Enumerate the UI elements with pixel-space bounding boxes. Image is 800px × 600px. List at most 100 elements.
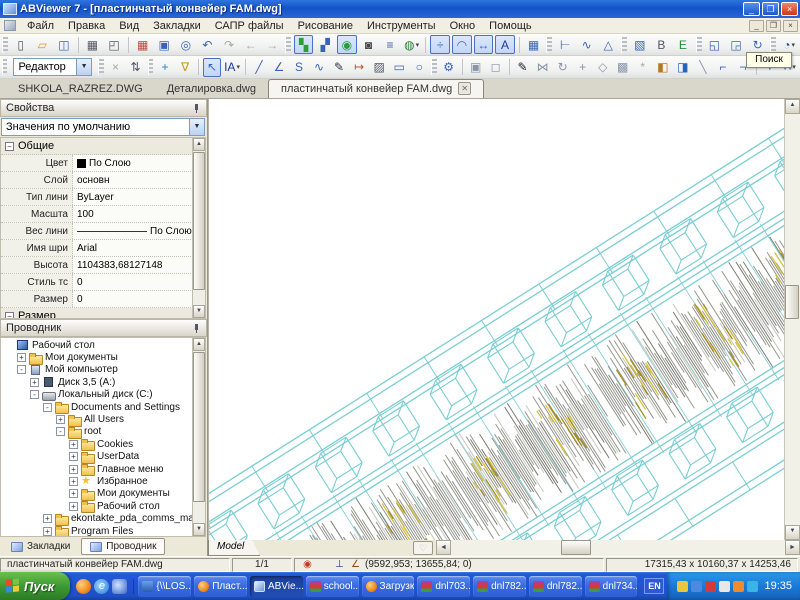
update-globe-icon[interactable] xyxy=(747,581,758,592)
view-pan-button[interactable]: ▞ xyxy=(315,35,335,54)
menu-правка[interactable]: Правка xyxy=(61,19,112,33)
expand-icon[interactable]: + xyxy=(69,465,78,474)
collapse-icon[interactable]: − xyxy=(5,312,14,320)
group-button[interactable]: ▣ xyxy=(467,58,485,77)
taskbar-task[interactable]: dnl782... xyxy=(529,576,582,597)
expand-icon[interactable]: + xyxy=(69,502,78,511)
scroll-down-icon[interactable]: ▼ xyxy=(193,305,205,318)
menu-вид[interactable]: Вид xyxy=(112,19,146,33)
rectangle-tool-button[interactable]: ▭ xyxy=(390,58,408,77)
taskbar-task[interactable]: school.... xyxy=(306,576,359,597)
measure-area-button[interactable]: △ xyxy=(598,35,618,54)
minimize-button[interactable]: _ xyxy=(743,2,760,16)
property-row[interactable]: Вес линиПо Слою xyxy=(1,223,205,240)
properties-preset-combo[interactable]: Значения по умолчанию ▼ xyxy=(1,118,205,136)
taskbar-task[interactable]: dnl782... xyxy=(473,576,526,597)
delete-button[interactable]: × xyxy=(107,58,125,77)
tree-item[interactable]: +Мои документы xyxy=(1,351,205,363)
doc-tab-inactive[interactable]: SHKOLA_RAZREZ.DWG xyxy=(6,81,155,98)
firefox-icon[interactable] xyxy=(76,579,91,594)
pin-icon[interactable] xyxy=(192,104,201,113)
print-button[interactable]: ▦ xyxy=(83,35,103,54)
dropdown-icon[interactable]: ▾ xyxy=(236,63,240,71)
tree-item[interactable]: +ekontakte_pda_comms_mac xyxy=(1,512,205,524)
measure-path-button[interactable]: ∿ xyxy=(577,35,597,54)
spline-tool-button[interactable]: S xyxy=(290,58,308,77)
dimension-tool-button[interactable]: ↦ xyxy=(350,58,368,77)
ungroup-button[interactable]: ◻ xyxy=(487,58,505,77)
expand-icon[interactable]: + xyxy=(17,353,26,362)
explode-button[interactable]: * xyxy=(634,58,652,77)
menu-закладки[interactable]: Закладки xyxy=(146,19,208,33)
restore-button[interactable]: ❐ xyxy=(762,2,779,16)
view-quality-button[interactable]: ▚ xyxy=(294,35,314,54)
property-value[interactable]: 1104383,68127148 xyxy=(73,260,205,271)
pin-icon[interactable] xyxy=(192,324,201,333)
dimension-mode-button[interactable]: ↔ xyxy=(474,35,494,54)
expand-icon[interactable]: + xyxy=(69,489,78,498)
tree-item[interactable]: +Рабочий стол xyxy=(1,500,205,512)
network-icon[interactable] xyxy=(691,581,702,592)
scroll-thumb[interactable] xyxy=(193,352,205,502)
property-value[interactable]: 0 xyxy=(73,294,205,305)
back-button[interactable]: ← xyxy=(241,35,261,54)
dropdown-icon[interactable]: ▾ xyxy=(791,41,795,49)
taskbar-task[interactable]: Загрузки xyxy=(362,576,415,597)
eyedropper-button[interactable]: ╲ xyxy=(694,58,712,77)
doc-tab-inactive[interactable]: Деталировка.dwg xyxy=(155,81,268,98)
property-row[interactable]: Тип линиByLayer xyxy=(1,189,205,206)
move-button[interactable]: + xyxy=(574,58,592,77)
child-minimize-button[interactable]: _ xyxy=(749,20,764,32)
view-extents-button[interactable]: ◙ xyxy=(359,35,379,54)
tab-close-icon[interactable]: ✕ xyxy=(458,82,471,95)
layers-button[interactable]: ≡ xyxy=(380,35,400,54)
save-button[interactable]: ◫ xyxy=(54,35,74,54)
line-tool-button[interactable]: ╱ xyxy=(250,58,268,77)
split-view-button[interactable]: ⇅ xyxy=(127,58,145,77)
text-mode-button[interactable]: A xyxy=(495,35,515,54)
dropdown-icon[interactable]: ▾ xyxy=(416,41,420,49)
collapse-icon[interactable]: - xyxy=(17,365,26,374)
browser-icon[interactable] xyxy=(733,581,744,592)
media-player-icon[interactable] xyxy=(112,579,127,594)
insert-text-button[interactable]: ΙA▾ xyxy=(223,58,241,77)
preset-dropdown-icon[interactable]: ▼ xyxy=(189,119,204,135)
freehand-tool-button[interactable]: ∿ xyxy=(310,58,328,77)
panel-tab-закладки[interactable]: Закладки xyxy=(2,538,79,555)
property-group-row[interactable]: −Размер xyxy=(1,308,205,319)
collapse-icon[interactable]: - xyxy=(30,390,39,399)
security-shield-icon[interactable] xyxy=(677,581,688,592)
tree-item[interactable]: -root xyxy=(1,426,205,438)
arc-mode-button[interactable]: ◠ xyxy=(452,35,472,54)
rotate-button[interactable]: ↻ xyxy=(554,58,572,77)
tree-item[interactable]: +All Users xyxy=(1,413,205,425)
tree-item[interactable]: -Мой компьютер xyxy=(1,364,205,376)
page-setup-button[interactable]: ▣ xyxy=(154,35,174,54)
export-emf-button[interactable]: E xyxy=(673,35,693,54)
box-open-button[interactable]: ◧ xyxy=(654,58,672,77)
child-restore-button[interactable]: ❐ xyxy=(766,20,781,32)
property-group-row[interactable]: −Общие xyxy=(1,138,205,155)
layout-list-button[interactable]: ♡ xyxy=(413,541,433,555)
panel-tab-проводник[interactable]: Проводник xyxy=(81,538,165,555)
fillet-button[interactable]: ⌐ xyxy=(714,58,732,77)
tree-item[interactable]: +Главное меню xyxy=(1,463,205,475)
property-row[interactable]: ЦветПо Слою xyxy=(1,155,205,172)
property-row[interactable]: Имя шриArial xyxy=(1,240,205,257)
collapse-icon[interactable]: − xyxy=(5,142,14,151)
undo-button[interactable]: ↶ xyxy=(198,35,218,54)
tree-item[interactable]: +UserData xyxy=(1,451,205,463)
scroll-up-icon[interactable]: ▲ xyxy=(193,138,205,151)
dropdown-icon[interactable]: ▾ xyxy=(792,63,796,71)
scroll-thumb[interactable] xyxy=(785,285,799,319)
collapse-icon[interactable]: - xyxy=(43,403,52,412)
property-value[interactable]: По Слою xyxy=(73,226,205,237)
zoom-document-button[interactable]: ◎ xyxy=(176,35,196,54)
tree-item[interactable]: -Локальный диск (C:) xyxy=(1,389,205,401)
property-row[interactable]: Размер0 xyxy=(1,291,205,308)
property-value[interactable]: 100 xyxy=(73,209,205,220)
property-value[interactable]: По Слою xyxy=(73,158,205,169)
render-globe-button[interactable]: ◍▾ xyxy=(402,35,422,54)
filter-button[interactable]: ∇ xyxy=(176,58,194,77)
expand-icon[interactable]: + xyxy=(56,415,65,424)
